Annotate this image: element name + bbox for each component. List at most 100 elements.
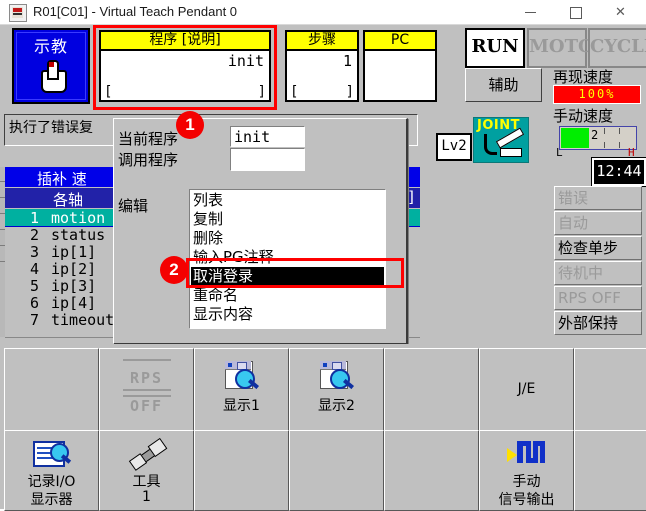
- function-key[interactable]: [574, 430, 646, 511]
- edit-label: 编辑: [118, 197, 149, 215]
- line-number: 4: [29, 260, 39, 278]
- clock-display: 12:44: [592, 158, 646, 186]
- line-number: 6: [29, 294, 39, 312]
- motor-button[interactable]: MOTOR: [527, 28, 609, 68]
- teach-mode-button[interactable]: 示教: [12, 28, 90, 104]
- edit-menu-item[interactable]: 复制: [191, 210, 384, 230]
- title-bar: R01[C01] - Virtual Teach Pendant 0 ✕: [0, 0, 646, 25]
- run-button[interactable]: RUN: [465, 28, 525, 68]
- function-key-label: 工具: [132, 474, 161, 490]
- signal-waveform-icon: [506, 437, 547, 463]
- pc-header: PC: [365, 32, 435, 51]
- function-key-sublabel: 信号输出: [498, 492, 555, 508]
- app-icon: [9, 4, 27, 22]
- status-column: 错误 自动 检查单步 待机中 RPS OFF 外部保持: [554, 186, 642, 338]
- list-header-left: 插补 速: [37, 170, 87, 188]
- line-number: 2: [29, 226, 39, 244]
- function-key-label: RPS: [129, 369, 164, 387]
- status-item: RPS OFF: [554, 286, 642, 310]
- replay-speed-label: 再现速度: [553, 68, 614, 86]
- line-number: 5: [29, 277, 39, 295]
- function-key[interactable]: 记录I/O 显示器: [4, 430, 99, 511]
- line-text: ip[3]: [51, 277, 97, 295]
- function-key[interactable]: 显示2: [289, 348, 384, 432]
- function-key[interactable]: [4, 348, 99, 432]
- line-text: ip[1]: [51, 243, 97, 261]
- close-button[interactable]: ✕: [598, 0, 643, 24]
- line-number: 7: [29, 311, 39, 329]
- function-key[interactable]: [574, 348, 646, 432]
- document-magnifier-icon: [32, 439, 71, 467]
- line-text: ip[2]: [51, 260, 97, 278]
- manual-speed-value: 2: [591, 128, 599, 142]
- manual-speed-label: 手动速度: [553, 107, 614, 125]
- status-item: 外部保持: [554, 311, 642, 335]
- function-key[interactable]: RPS OFF: [99, 348, 194, 432]
- function-key-label: 手动: [512, 474, 541, 490]
- function-key-sublabel: 1: [142, 489, 151, 505]
- hand-pointer-icon: [41, 60, 67, 93]
- function-key-label: 显示1: [223, 398, 260, 414]
- level-indicator: Lv2: [436, 133, 472, 161]
- cycle-button[interactable]: CYCLE: [588, 28, 646, 68]
- rps-lines-icon-2: [122, 389, 171, 391]
- annotation-badge-2: 2: [160, 256, 188, 284]
- aux-button[interactable]: 辅助: [465, 68, 542, 102]
- function-key[interactable]: [194, 430, 289, 511]
- line-text: status: [51, 226, 106, 244]
- minimize-button[interactable]: [508, 0, 553, 24]
- annotation-badge-1: 1: [176, 111, 204, 139]
- pc-field[interactable]: PC: [363, 30, 437, 102]
- function-key[interactable]: 工具 1: [99, 430, 194, 511]
- function-key-label: J/E: [517, 381, 536, 397]
- highlight-menu-item: [186, 258, 404, 288]
- program-edit-dialog: 当前程序 init 调用程序 编辑 列表 复制 删除 输入PG注释 取消登录 重命名 显示内…: [113, 118, 408, 345]
- edit-menu-item[interactable]: 删除: [191, 229, 384, 249]
- function-key[interactable]: [384, 348, 479, 432]
- rps-lines-icon: [122, 359, 171, 361]
- magnifier-page-icon: [224, 361, 259, 391]
- function-key-label: 记录I/O: [27, 474, 76, 490]
- function-key[interactable]: [289, 430, 384, 511]
- teach-label: 示教: [33, 37, 68, 56]
- function-key[interactable]: 显示1: [194, 348, 289, 432]
- maximize-button[interactable]: [553, 0, 598, 24]
- teach-pendant-window: R01[C01] - Virtual Teach Pendant 0 ✕ 示教 …: [0, 0, 646, 511]
- window-title: R01[C01] - Virtual Teach Pendant 0: [33, 4, 238, 19]
- call-program-input[interactable]: [230, 148, 305, 171]
- function-key-label: 显示2: [318, 398, 355, 414]
- line-number: 1: [29, 209, 39, 227]
- function-key-bar: RPS OFF 显示1 显示2 J/E 记录I/O 显示器 工具 1 手动信号输出: [0, 344, 646, 511]
- maximize-icon: [570, 7, 582, 19]
- minimize-icon: [525, 12, 536, 13]
- current-program-label: 当前程序: [118, 130, 179, 148]
- function-key[interactable]: [384, 430, 479, 511]
- gauge-low-label: L: [556, 146, 563, 159]
- step-header: 步骤: [287, 32, 357, 51]
- line-text: ip[4]: [51, 294, 97, 312]
- status-item: 检查单步: [554, 236, 642, 260]
- function-key-sublabel: 显示器: [30, 492, 73, 508]
- highlight-program-box: [93, 25, 277, 110]
- function-key[interactable]: 手动 信号输出: [479, 430, 574, 511]
- close-icon: ✕: [615, 4, 626, 19]
- list-subheader-left: 各轴: [53, 191, 84, 209]
- line-text: timeout: [51, 311, 115, 329]
- tool-icon: [128, 437, 167, 471]
- edit-menu-item[interactable]: 重命名: [191, 286, 384, 306]
- step-field[interactable]: 步骤 1 []: [285, 30, 359, 102]
- message-text: 执行了错误复: [9, 120, 93, 136]
- current-program-input[interactable]: init: [230, 126, 305, 147]
- edit-menu-item[interactable]: 显示内容: [191, 305, 384, 325]
- edit-menu-item[interactable]: 列表: [191, 191, 384, 211]
- manual-speed-fill: [561, 128, 589, 148]
- list-subheader-bracket-2: ]: [406, 188, 416, 206]
- status-item: 自动: [554, 211, 642, 235]
- function-key-sublabel: OFF: [129, 397, 164, 415]
- step-brackets: []: [290, 84, 354, 100]
- robot-arm-icon[interactable]: JOINT: [473, 117, 529, 163]
- function-key[interactable]: J/E: [479, 348, 574, 432]
- call-program-label: 调用程序: [118, 151, 179, 169]
- manual-speed-gauge[interactable]: 2: [559, 126, 637, 150]
- step-value: 1: [342, 52, 352, 70]
